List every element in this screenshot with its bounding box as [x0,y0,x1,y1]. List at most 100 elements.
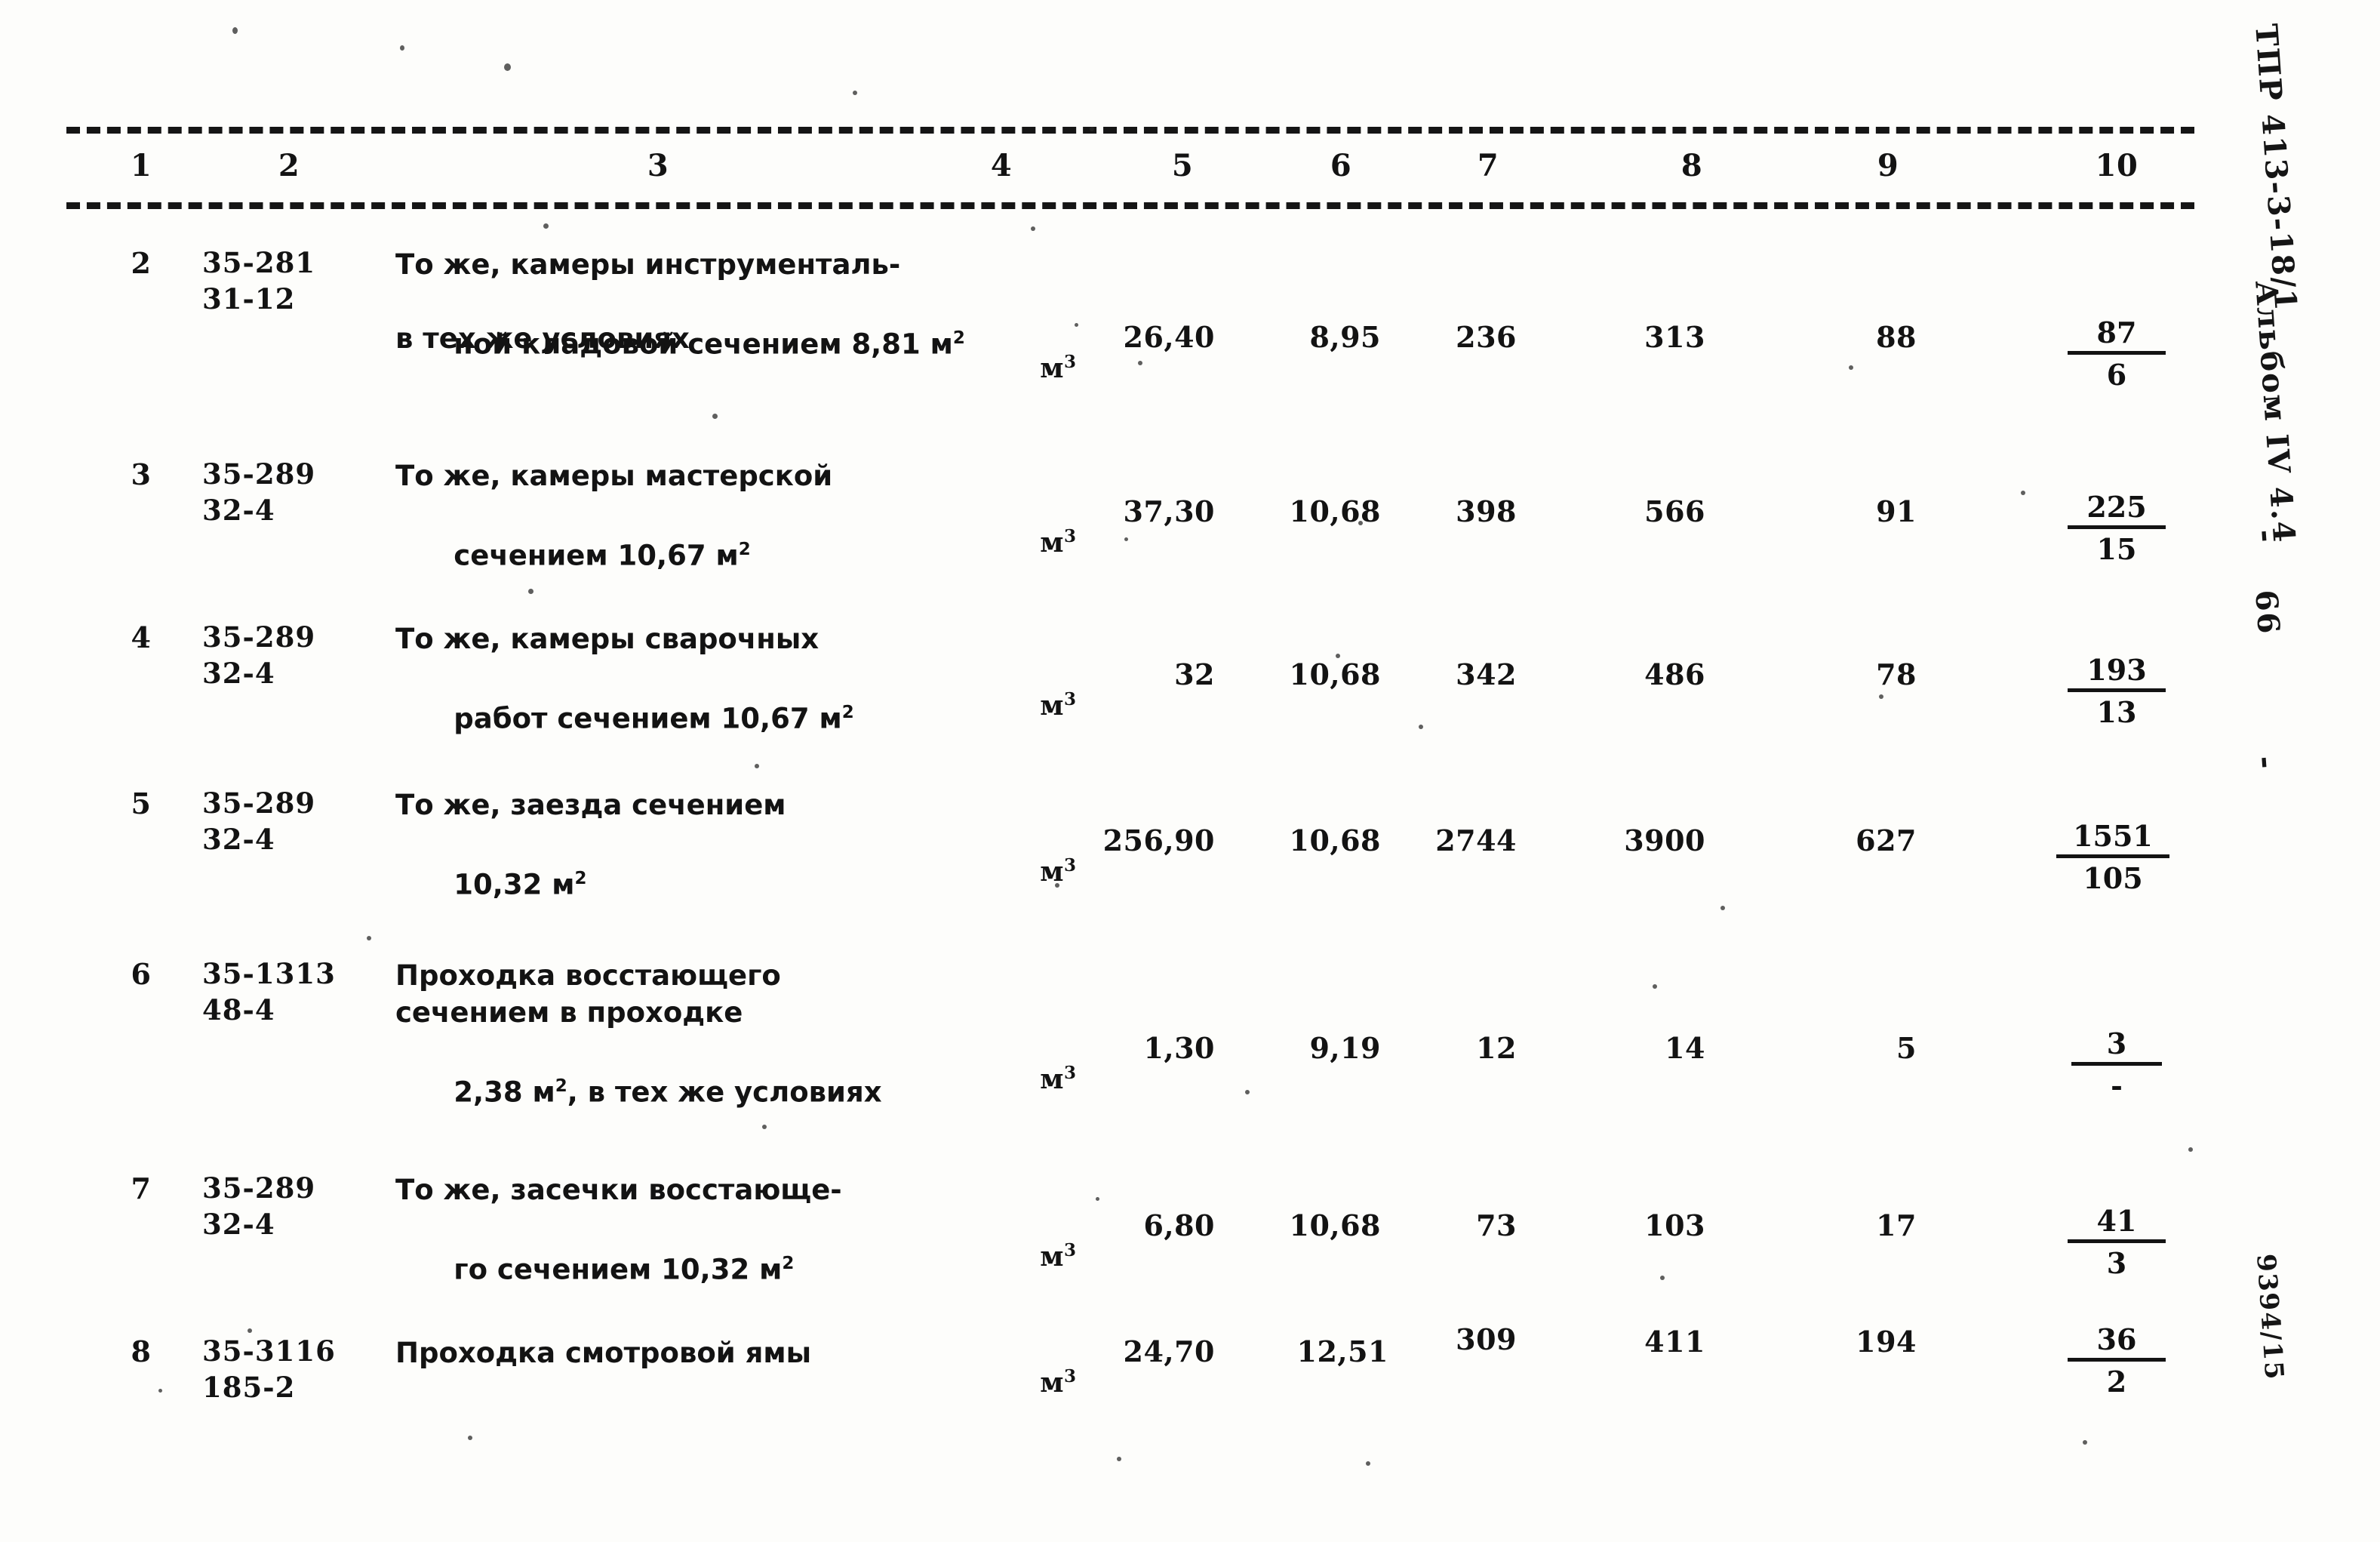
scan-speck [853,91,857,95]
scan-speck [1660,1276,1665,1280]
row-code-top: 35-281 [202,246,316,279]
row-description-line1: То же, камеры сварочных [395,623,819,655]
row-col9: 5 [1896,1031,1917,1065]
table-header-dashed-rule [66,202,2194,209]
row-description-line2-superscript: 2 [738,540,751,559]
column-header-4: 4 [990,148,1013,183]
margin-page-number: 66 [2248,589,2287,636]
row-description-line3: в тех же условиях [395,322,690,355]
scan-speck [248,1328,252,1333]
row-code-top: 35-289 [202,786,316,820]
row-col7: 73 [1476,1208,1517,1242]
row-col9: 17 [1876,1208,1917,1242]
scan-speck [1720,906,1725,910]
scan-speck [1366,1461,1370,1466]
row-col9: 91 [1876,494,1917,528]
row-description-line3: 2,38 м2, в тех же условиях [395,1031,881,1147]
row-unit: м3 [981,320,1077,416]
row-unit: м3 [981,1334,1077,1430]
row-col5: 26,40 [1123,320,1215,354]
row-col10-denominator: - [2111,1069,2123,1103]
row-unit-text: м [1040,1241,1064,1273]
scan-speck [1075,323,1078,327]
row-unit-superscript: 3 [1063,689,1077,709]
row-col5: 256,90 [1102,823,1215,857]
row-description-line2-superscript: 2 [782,1254,795,1273]
row-code-bottom: 48-4 [202,993,275,1026]
row-number: 6 [131,957,152,991]
table-top-dashed-rule [66,127,2194,134]
scan-speck [468,1436,472,1440]
column-header-6: 6 [1330,148,1352,183]
scan-speck [367,936,371,940]
row-unit: м3 [981,657,1077,753]
row-col6: 8,95 [1309,320,1381,354]
row-col10-fraction: 87 6 [2068,315,2166,392]
row-col8: 486 [1644,657,1705,691]
margin-album-label: Альбом IV 4.4 [2248,279,2302,545]
scan-speck [543,223,549,229]
scan-speck [1090,127,1094,131]
row-col5: 32 [1174,657,1215,691]
scan-speck [1879,694,1883,699]
row-description-line1: Проходка смотровой ямы [395,1337,812,1369]
row-number: 3 [131,457,152,491]
row-description-line2: го сечением 10,32 м2 [395,1208,794,1325]
row-col10-numerator: 36 [2068,1322,2166,1362]
scan-speck [232,27,238,34]
margin-dash-upper: - [2248,528,2285,545]
row-unit-superscript: 3 [1063,855,1077,876]
row-description-line2-text: 10,32 м [454,868,575,901]
row-col10-denominator: 15 [2096,532,2137,566]
margin-archive-code: 9394/15 [2250,1253,2289,1382]
scan-speck [2083,1440,2087,1445]
row-description-line2: сечением в проходке [395,996,743,1029]
row-unit-superscript: 3 [1063,1366,1077,1387]
scan-speck [1055,883,1059,888]
scan-speck [1096,1197,1099,1201]
row-col8: 411 [1644,1325,1705,1359]
row-col5: 1,30 [1143,1031,1215,1065]
scan-speck [1849,365,1853,370]
row-description-line2-superscript: 2 [841,703,854,722]
row-col10-fraction: 193 13 [2068,653,2166,730]
row-col8: 3900 [1624,823,1705,857]
scan-speck [1117,1457,1121,1461]
row-number: 7 [131,1171,152,1205]
column-header-5: 5 [1171,148,1194,183]
row-description-line1: То же, заезда сечением [395,789,786,821]
row-code-top: 35-3116 [202,1334,336,1368]
row-col9: 627 [1856,823,1917,857]
row-description-line1: То же, камеры инструменталь- [395,248,901,281]
column-header-9: 9 [1877,148,1899,183]
scan-speck [1336,654,1340,658]
row-unit: м3 [981,1031,1077,1127]
row-code-top: 35-289 [202,1171,316,1205]
row-unit-text: м [1040,1063,1064,1095]
scan-speck [504,63,511,71]
row-description-line2: работ сечением 10,67 м2 [395,657,854,774]
column-header-2: 2 [278,148,300,183]
row-col7: 309 [1456,1322,1517,1356]
scan-speck [400,45,404,51]
row-description-line2: 10,32 м2 [395,823,586,940]
row-col10-numerator: 41 [2068,1204,2166,1243]
row-col5: 6,80 [1143,1208,1215,1242]
row-description-line2: сечением 10,67 м2 [395,494,751,611]
row-col7: 236 [1456,320,1517,354]
row-col10-fraction: 41 3 [2068,1204,2166,1281]
row-description-line2-text: сечением 10,67 м [454,539,739,572]
row-unit-superscript: 3 [1063,1063,1077,1083]
row-description-line1: То же, камеры мастерской [395,460,833,492]
row-col10-denominator: 13 [2096,695,2137,729]
row-description-line2-superscript: 2 [574,869,587,888]
scan-speck [762,1125,767,1129]
row-col7: 12 [1476,1031,1517,1065]
row-number: 5 [131,786,152,820]
scan-speck [712,414,718,419]
row-description-line3-superscript: 2 [555,1076,567,1096]
row-description-line1: То же, засечки восстающе- [395,1174,842,1206]
column-header-7: 7 [1477,148,1499,183]
row-col6: 10,68 [1289,657,1381,691]
row-description-line3-text: 2,38 м [454,1076,555,1109]
